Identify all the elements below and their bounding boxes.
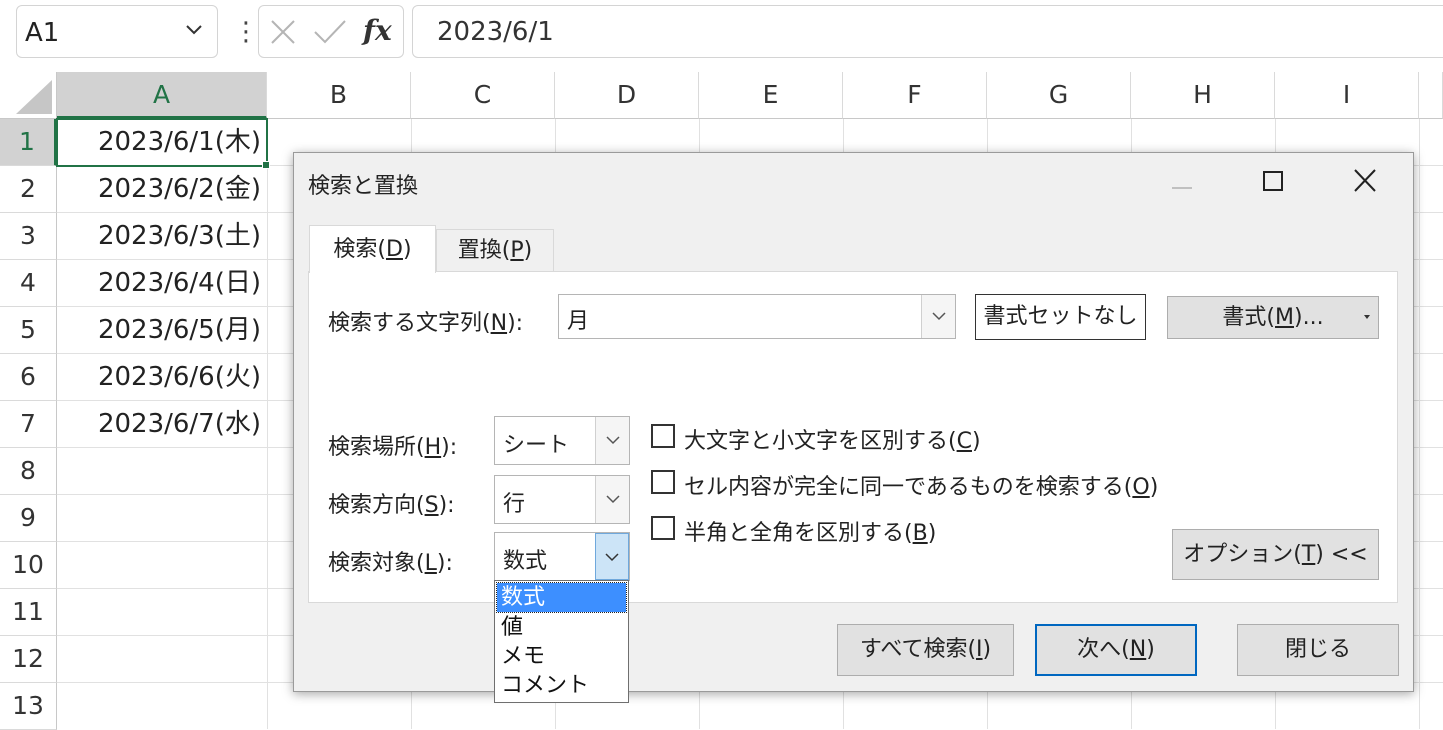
find-what-input[interactable]: 月 <box>558 294 956 339</box>
insert-function-button[interactable]: fx <box>363 14 392 47</box>
column-header-b[interactable]: B <box>267 72 411 119</box>
row-header-12[interactable]: 12 <box>0 636 57 683</box>
match-entire-cell-checkbox[interactable] <box>651 470 675 494</box>
dialog-titlebar[interactable]: 検索と置換 <box>294 153 1413 209</box>
row-header-10[interactable]: 10 <box>0 542 57 589</box>
dropdown-option-formulas[interactable]: 数式 <box>496 582 627 613</box>
chevron-down-icon <box>606 436 620 445</box>
within-label: 検索場所(H): <box>328 435 458 460</box>
find-history-dropdown[interactable] <box>921 295 955 338</box>
cell-a3[interactable]: 2023/6/3(土) <box>57 213 267 260</box>
match-byte-label[interactable]: 半角と全角を区別する(B) <box>684 515 936 547</box>
dropdown-option-notes[interactable]: メモ <box>497 642 626 671</box>
cell-a6[interactable]: 2023/6/6(火) <box>57 354 267 401</box>
close-button[interactable]: 閉じる <box>1237 624 1399 676</box>
find-all-button[interactable]: すべて検索(I) <box>837 624 1014 676</box>
cell-a7[interactable]: 2023/6/7(水) <box>57 401 267 448</box>
match-byte-checkbox[interactable] <box>651 516 675 540</box>
caret-down-icon <box>1364 315 1370 319</box>
look-in-dropdown-button[interactable] <box>595 533 629 580</box>
row-header-6[interactable]: 6 <box>0 354 57 401</box>
look-in-label: 検索対象(L): <box>328 551 453 576</box>
look-in-value: 数式 <box>503 549 548 574</box>
search-direction-value: 行 <box>503 492 526 517</box>
row-header-4[interactable]: 4 <box>0 260 57 307</box>
chevron-down-icon[interactable] <box>186 24 202 36</box>
column-header-g[interactable]: G <box>987 72 1131 119</box>
within-dropdown-button[interactable] <box>595 417 629 464</box>
cell-a4[interactable]: 2023/6/4(日) <box>57 260 267 307</box>
within-select[interactable]: シート <box>494 416 630 465</box>
within-value: シート <box>503 433 570 458</box>
row-header-8[interactable]: 8 <box>0 448 57 495</box>
row-header-13[interactable]: 13 <box>0 683 57 730</box>
search-direction-select[interactable]: 行 <box>494 475 630 524</box>
dropdown-option-comments[interactable]: コメント <box>497 671 626 700</box>
find-replace-dialog: 検索と置換 検索(D) 置換(P) 検索する文字列(N): 月 書式セットなし … <box>293 152 1414 703</box>
dialog-title: 検索と置換 <box>308 174 419 199</box>
row-header-5[interactable]: 5 <box>0 307 57 354</box>
cell-a2[interactable]: 2023/6/2(金) <box>57 166 267 213</box>
row-header-9[interactable]: 9 <box>0 495 57 542</box>
column-header-a[interactable]: A <box>57 72 267 119</box>
row-header-1[interactable]: 1 <box>0 119 57 166</box>
match-case-label[interactable]: 大文字と小文字を区別する(C) <box>684 423 981 455</box>
search-direction-label: 検索方向(S): <box>328 493 455 518</box>
more-options-icon[interactable]: ⋮ <box>233 14 259 50</box>
match-case-checkbox[interactable] <box>651 424 675 448</box>
row-header-11[interactable]: 11 <box>0 589 57 636</box>
name-box-value: A1 <box>25 18 60 48</box>
tab-find[interactable]: 検索(D) <box>309 225 436 273</box>
chevron-down-icon <box>605 553 619 562</box>
options-toggle-button[interactable]: オプション(T) << <box>1172 529 1379 580</box>
row-header-3[interactable]: 3 <box>0 213 57 260</box>
find-what-value: 月 <box>567 309 590 334</box>
column-header-i[interactable]: I <box>1275 72 1419 119</box>
close-icon[interactable] <box>1343 161 1387 201</box>
format-button[interactable]: 書式(M)... <box>1167 296 1379 339</box>
search-direction-dropdown-button[interactable] <box>595 476 629 523</box>
minimize-icon[interactable] <box>1160 161 1204 201</box>
checkmark-icon[interactable] <box>313 18 347 46</box>
column-header-c[interactable]: C <box>411 72 555 119</box>
row-header-2[interactable]: 2 <box>0 166 57 213</box>
match-entire-cell-label[interactable]: セル内容が完全に同一であるものを検索する(O) <box>684 469 1158 501</box>
select-all-corner[interactable] <box>0 72 57 119</box>
look-in-dropdown-list: 数式 値 メモ コメント <box>494 580 629 703</box>
no-format-set-button[interactable]: 書式セットなし <box>975 294 1146 340</box>
column-header-d[interactable]: D <box>555 72 699 119</box>
column-header-f[interactable]: F <box>843 72 987 119</box>
formula-input[interactable]: 2023/6/1 <box>412 5 1443 58</box>
look-in-select[interactable]: 数式 <box>494 532 630 581</box>
active-cell-border <box>56 118 268 167</box>
fill-handle[interactable] <box>262 161 270 169</box>
formula-value: 2023/6/1 <box>437 17 554 47</box>
tab-replace[interactable]: 置換(P) <box>436 229 554 271</box>
cell-a5[interactable]: 2023/6/5(月) <box>57 307 267 354</box>
formula-buttons: fx <box>258 5 404 58</box>
column-header-e[interactable]: E <box>699 72 843 119</box>
find-next-button[interactable]: 次へ(N) <box>1035 624 1197 676</box>
column-header-j[interactable] <box>1419 72 1443 119</box>
chevron-down-icon <box>932 312 946 321</box>
select-all-triangle-icon <box>16 80 52 114</box>
close-icon[interactable] <box>269 18 297 46</box>
chevron-down-icon <box>606 495 620 504</box>
row-header-7[interactable]: 7 <box>0 401 57 448</box>
find-what-label: 検索する文字列(N): <box>328 311 524 336</box>
maximize-icon[interactable] <box>1251 161 1295 201</box>
column-header-h[interactable]: H <box>1131 72 1275 119</box>
dropdown-option-values[interactable]: 値 <box>497 613 626 642</box>
